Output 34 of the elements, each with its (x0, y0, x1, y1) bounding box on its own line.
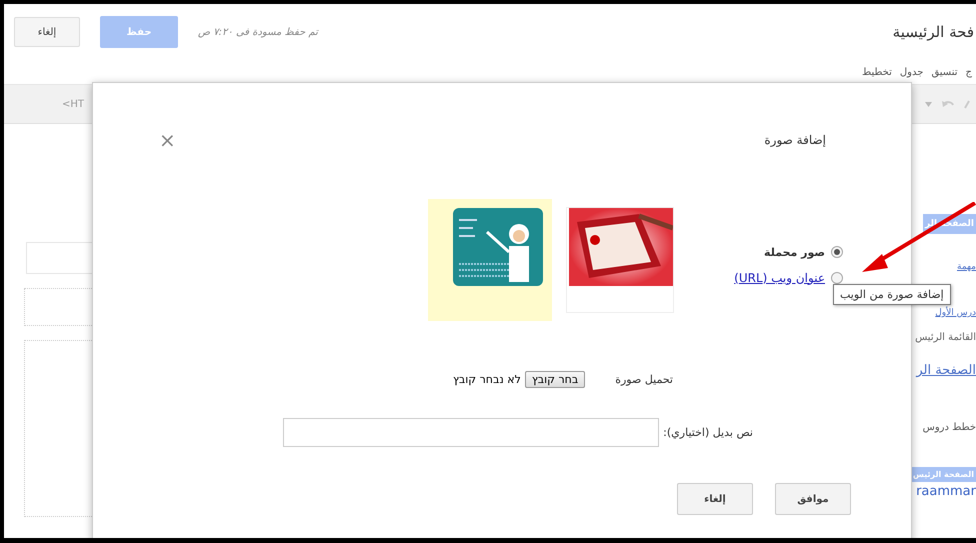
url-link[interactable]: عنوان ويب (URL) (734, 270, 825, 284)
radio-button[interactable] (831, 272, 843, 284)
sidebar-text: القائمة الرئيس (915, 332, 976, 343)
redo-icon[interactable] (964, 99, 970, 109)
sidebar-text: raammar (916, 484, 976, 499)
cancel-button[interactable]: إلغاء (677, 483, 753, 515)
cancel-button[interactable]: إلغاء (14, 17, 80, 47)
image-thumbnail[interactable] (428, 199, 552, 321)
dropdown-icon[interactable] (925, 102, 932, 106)
menu-item[interactable]: جدول (900, 66, 924, 78)
upload-label: تحميل صورة (615, 373, 673, 386)
menu-item[interactable]: تخطيط (862, 66, 892, 78)
undo-icon[interactable] (942, 99, 954, 109)
alt-text-label: نص بديل (اختياري): (663, 426, 753, 439)
image-thumbnail[interactable] (566, 207, 674, 313)
dialog-title: إضافة صورة (764, 133, 826, 147)
sidebar-link[interactable]: مهمة (957, 262, 976, 272)
radio-button[interactable] (831, 246, 843, 258)
menu-item[interactable]: ج (966, 66, 972, 78)
radio-label: صور محملة (764, 246, 825, 258)
sidebar-header: الصفحة الرئيس (912, 467, 976, 482)
tooltip: إضافة صورة من الويب (833, 284, 951, 305)
alt-text-field[interactable] (283, 418, 660, 447)
sidebar-link[interactable]: درس الأول (935, 308, 976, 318)
sidebar-heading: خطط دروس (922, 422, 976, 433)
ok-button[interactable]: موافق (775, 483, 851, 515)
page-title: فحة الرئيسية (892, 23, 975, 41)
html-label: <HT (62, 98, 84, 110)
close-button[interactable]: × (159, 128, 176, 152)
file-status: לא נבחר קובץ (453, 373, 521, 386)
menu-item[interactable]: تنسيق (931, 66, 958, 78)
draft-status: تم حفظ مسودة فى ٧:٢٠ ص (198, 26, 318, 38)
sidebar-link[interactable]: الصفحة الر (916, 363, 976, 378)
choose-file-button[interactable]: בחר קובץ (524, 371, 586, 388)
